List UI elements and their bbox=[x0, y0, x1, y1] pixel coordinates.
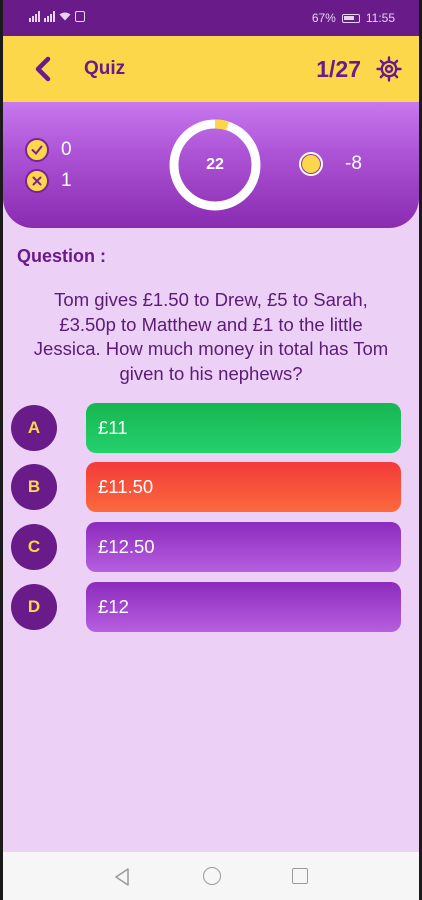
option-row-b[interactable]: B £11.50 bbox=[11, 462, 403, 512]
option-button-b[interactable]: £11.50 bbox=[86, 462, 401, 512]
vibrate-icon bbox=[75, 11, 85, 22]
nav-back-icon[interactable] bbox=[113, 867, 131, 887]
nav-home-icon[interactable] bbox=[203, 867, 221, 885]
page-title: Quiz bbox=[84, 58, 126, 79]
option-button-d[interactable]: £12 bbox=[86, 582, 401, 632]
question-label: Question : bbox=[17, 246, 106, 266]
option-row-a[interactable]: A £11 bbox=[11, 403, 403, 453]
signal-icon bbox=[29, 11, 40, 22]
score-panel: 0 1 22 -8 bbox=[3, 102, 419, 228]
nav-recents-icon[interactable] bbox=[292, 868, 308, 884]
wrong-count-value: 1 bbox=[61, 170, 72, 191]
battery-percent: 67% bbox=[311, 11, 336, 25]
wifi-icon bbox=[59, 12, 71, 21]
signal-icon bbox=[44, 11, 55, 22]
coin-balance-value: -8 bbox=[345, 153, 362, 174]
wrong-count: 1 bbox=[25, 169, 72, 193]
system-nav-bar bbox=[3, 852, 419, 900]
back-arrow-icon[interactable] bbox=[27, 52, 59, 86]
option-row-c[interactable]: C £12.50 bbox=[11, 522, 403, 572]
option-row-d[interactable]: D £12 bbox=[11, 582, 403, 632]
clock: 11:55 bbox=[365, 11, 395, 25]
question-counter: 1/27 bbox=[316, 56, 361, 82]
cross-icon bbox=[25, 169, 49, 193]
coin-balance: -8 bbox=[299, 152, 362, 176]
correct-count: 0 bbox=[25, 138, 72, 162]
option-letter: C bbox=[11, 524, 57, 570]
settings-gear-icon[interactable] bbox=[375, 55, 403, 83]
option-button-c[interactable]: £12.50 bbox=[86, 522, 401, 572]
option-letter: D bbox=[11, 584, 57, 630]
option-letter: A bbox=[11, 405, 57, 451]
status-right: 67% 11:55 bbox=[312, 11, 395, 25]
timer-value: 22 bbox=[206, 156, 224, 173]
question-text: Tom gives £1.50 to Drew, £5 to Sarah, £3… bbox=[33, 289, 389, 384]
app-screen: 67% 11:55 Quiz 1/27 0 1 22 -8 Question:… bbox=[3, 0, 419, 900]
status-icons bbox=[29, 11, 85, 22]
coin-icon bbox=[299, 152, 323, 176]
option-button-a[interactable]: £11 bbox=[86, 403, 401, 453]
app-bar: Quiz 1/27 bbox=[3, 36, 419, 102]
check-icon bbox=[25, 138, 49, 162]
option-letter: B bbox=[11, 464, 57, 510]
status-bar: 67% 11:55 bbox=[3, 0, 419, 36]
battery-icon bbox=[341, 13, 360, 23]
correct-count-value: 0 bbox=[61, 139, 72, 160]
